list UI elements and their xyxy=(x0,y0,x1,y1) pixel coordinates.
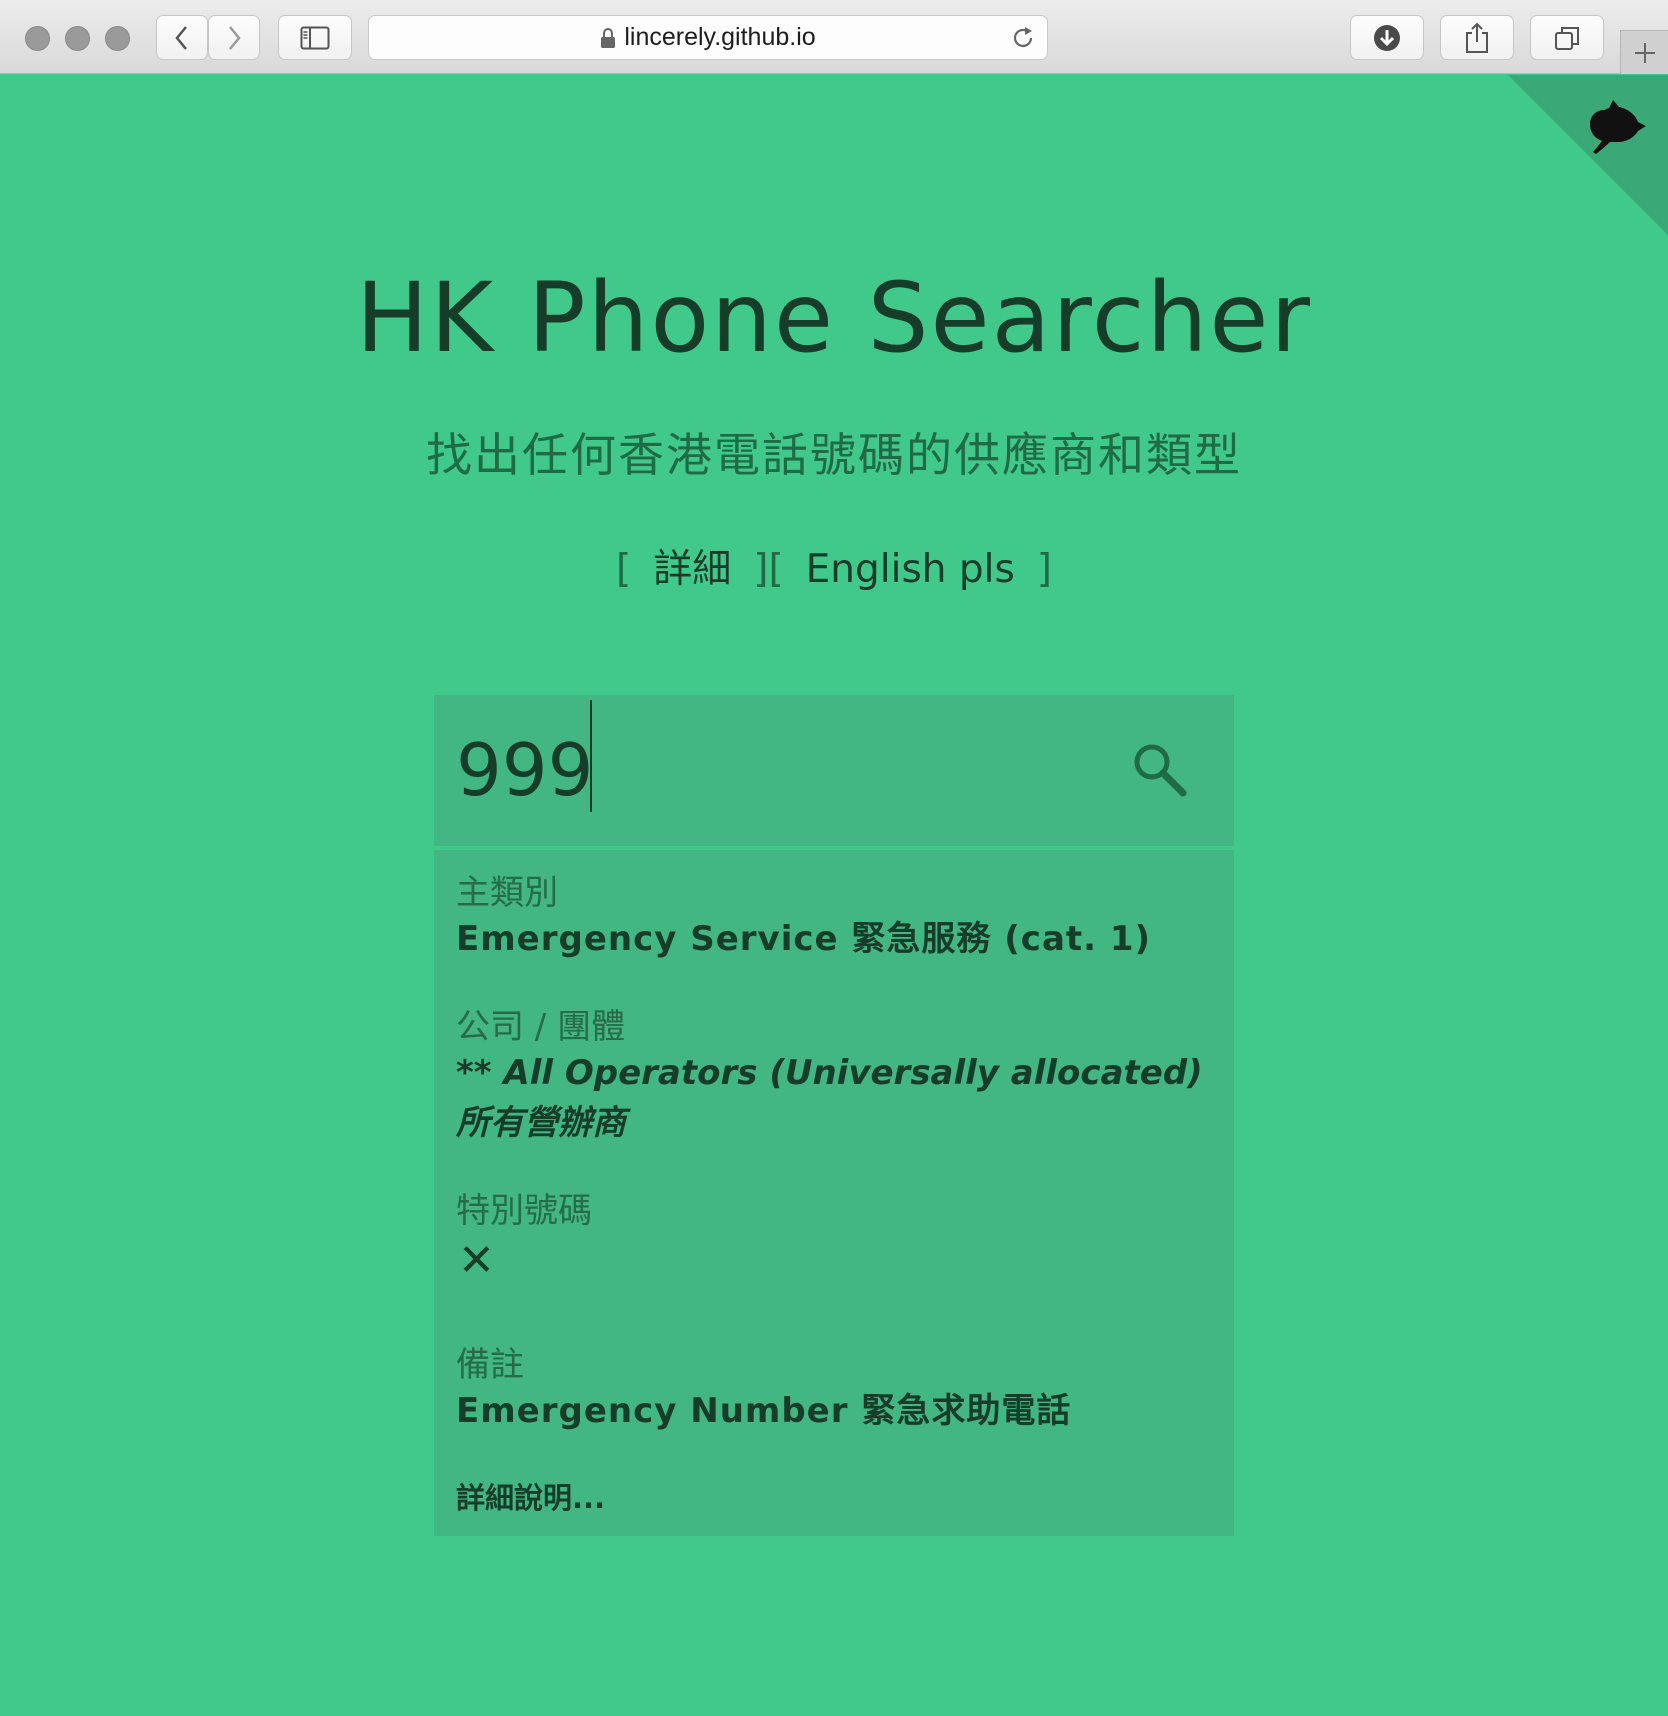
more-details-link[interactable]: 詳細說明... xyxy=(456,1478,1212,1518)
plus-icon xyxy=(1634,42,1655,63)
minimize-window-button[interactable] xyxy=(65,26,90,51)
octocat-icon[interactable] xyxy=(1576,96,1650,170)
sidebar-icon xyxy=(300,26,330,49)
english-link[interactable]: English pls xyxy=(806,547,1015,592)
sidebar-button[interactable] xyxy=(278,15,352,60)
bracket-close: ] xyxy=(1036,547,1053,592)
share-button[interactable] xyxy=(1440,15,1514,60)
category-value: Emergency Service 緊急服務 (cat. 1) xyxy=(456,919,1152,959)
page-subtitle: 找出任何香港電話號碼的供應商和類型 xyxy=(426,428,1242,482)
search-box xyxy=(434,695,1234,846)
special-number-label: 特別號碼 xyxy=(456,1191,592,1231)
chevron-left-icon xyxy=(175,25,187,50)
download-icon xyxy=(1374,24,1400,51)
tab-overview-button[interactable] xyxy=(1530,15,1604,60)
url-text: lincerely.github.io xyxy=(624,23,816,51)
new-tab-button[interactable] xyxy=(1620,30,1668,74)
details-link[interactable]: 詳細 xyxy=(653,547,731,592)
text-caret xyxy=(590,700,592,812)
lock-icon xyxy=(601,27,616,48)
company-label: 公司 / 團體 xyxy=(456,1007,626,1047)
browser-toolbar: lincerely.github.io xyxy=(0,0,1668,74)
remarks-value: Emergency Number 緊急求助電話 xyxy=(456,1391,1072,1431)
share-icon xyxy=(1466,22,1488,53)
remarks-label: 備註 xyxy=(456,1345,524,1385)
reload-icon[interactable] xyxy=(1009,24,1037,52)
chevron-right-icon xyxy=(229,25,241,50)
bracket-close: ] xyxy=(753,547,769,592)
result-panel: 主類別 Emergency Service 緊急服務 (cat. 1) 公司 /… xyxy=(434,850,1234,1536)
back-button[interactable] xyxy=(156,15,208,60)
tabs-icon xyxy=(1555,26,1579,50)
search-icon[interactable] xyxy=(1130,740,1190,800)
downloads-button[interactable] xyxy=(1350,15,1424,60)
bracket-open: [ xyxy=(768,547,784,592)
header-links: [詳細][English pls] xyxy=(0,540,1668,600)
page-title: HK Phone Searcher xyxy=(356,262,1312,374)
address-bar[interactable]: lincerely.github.io xyxy=(368,15,1048,60)
zoom-window-button[interactable] xyxy=(105,26,130,51)
company-value: ** All Operators (Universally allocated)… xyxy=(456,1053,1203,1143)
special-number-cross-icon: ✕ xyxy=(458,1235,495,1286)
forward-button[interactable] xyxy=(208,15,260,60)
phone-search-input[interactable] xyxy=(456,715,1116,825)
close-window-button[interactable] xyxy=(25,26,50,51)
bracket-open: [ xyxy=(615,547,632,592)
category-label: 主類別 xyxy=(456,873,558,913)
